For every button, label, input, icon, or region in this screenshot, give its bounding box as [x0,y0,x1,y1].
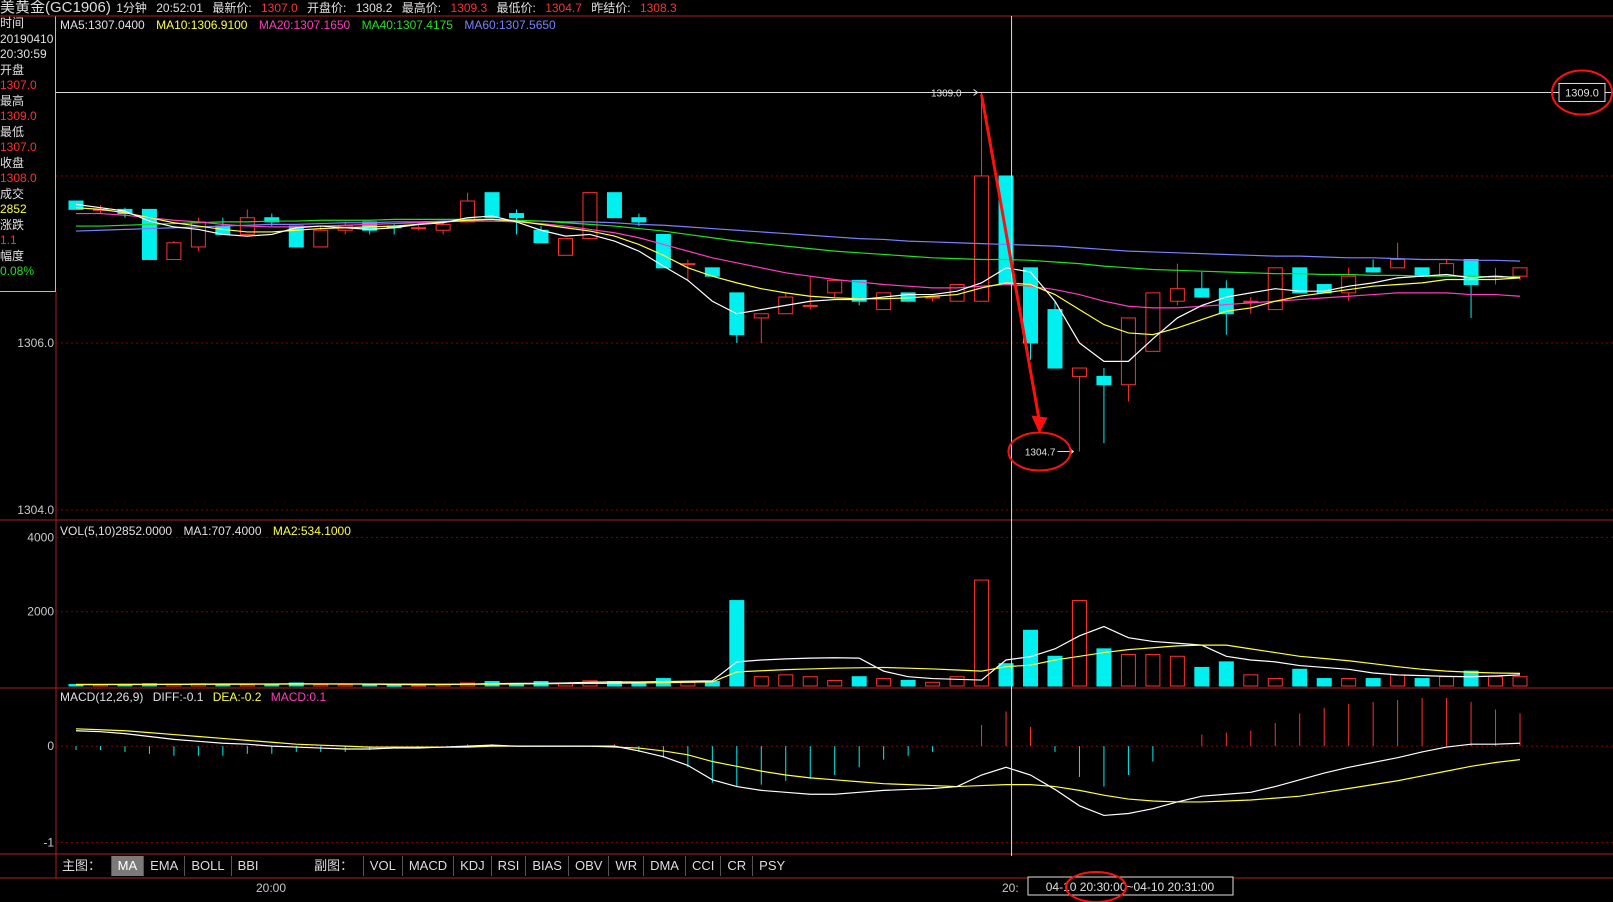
main-tab-boll[interactable]: BOLL [184,856,230,876]
candle-body [606,192,622,219]
sub-tab-rsi[interactable]: RSI [490,856,526,876]
sub-tab-obv[interactable]: OBV [567,856,608,876]
candle-body [1023,267,1039,344]
volume-tick-label: 2000 [27,605,54,619]
candle-body [1512,267,1528,277]
volume-bar [1169,655,1185,687]
main-tab-ma[interactable]: MA [110,856,144,876]
main-tab-ema[interactable]: EMA [143,856,184,876]
volume-bar [925,681,941,687]
volume-bar [802,676,818,687]
candle-body [802,304,818,307]
candle-body [827,279,843,294]
volume-bar [949,676,965,687]
volume-bar [1071,600,1087,687]
volume-bar [876,678,892,687]
sub-tab-cr[interactable]: CR [720,856,752,876]
sub-chart-label: 副图： [314,858,354,873]
candle-body [166,242,182,260]
candle-body [1463,258,1479,286]
candle-body [411,227,427,230]
indicator-toolbar: 主图： MA EMA BOLL BBI 副图： VOL MACD KDJ RSI BIAS OB… [56,855,791,877]
price-tick-label: 1306.0 [17,336,54,350]
high-marker-arrow [963,89,979,96]
candle-body [876,292,892,311]
volume-bar [1439,676,1455,687]
sub-tab-macd[interactable]: MACD [401,856,453,876]
candle-body [557,238,573,256]
sub-tab-bias[interactable]: BIAS [525,856,568,876]
volume-tick-label: 4000 [27,530,54,544]
sub-tab-wr[interactable]: WR [608,856,643,876]
volume-bar [1243,674,1259,687]
candle-body [1047,309,1063,369]
volume-bar [1316,678,1332,687]
candle-body [509,213,525,219]
volume-bar [1023,629,1039,687]
sub-tab-psy[interactable]: PSY [752,856,791,876]
price-tick-label: 1304.0 [17,503,54,517]
candle-body [1169,288,1185,302]
macd-tick-label: 0 [47,739,54,753]
candle-body [1071,367,1087,377]
sub-tab-vol[interactable]: VOL [362,856,402,876]
macd-tick-label: -1 [43,835,54,849]
candle-body [1390,258,1406,269]
candle-body [1194,288,1210,298]
high-marker-label: 1309.0 [931,88,962,99]
candle-body [435,223,451,231]
candle-body [313,229,329,248]
volume-bar [1218,661,1234,687]
volume-bar [1390,674,1406,687]
time-tick-label: 20: [1002,881,1019,895]
candle-body [484,192,500,219]
kline-chart[interactable]: 1306.0 1304.0 4000 2000 0 -1 1309.0 1304.7 1309.… [0,0,1613,902]
time-tick-label: 20:00 [256,881,286,895]
macd-dea-line [75,728,1521,803]
volume-bar [778,674,794,687]
candle-body [1365,267,1381,273]
volume-bar [1267,678,1283,687]
volume-bar [313,684,329,687]
volume-bar [1463,670,1479,687]
candle-body [1096,375,1112,386]
candle-body [925,296,941,299]
annotation-arrow-head [1031,415,1048,434]
volume-bar [411,684,427,687]
main-tab-bbi[interactable]: BBI [230,856,265,876]
candle-body [753,313,769,319]
sub-tab-dma[interactable]: DMA [643,856,685,876]
volume-bar [1120,653,1136,687]
low-marker-label: 1304.7 [1025,448,1056,459]
volume-bar [1292,668,1308,687]
volume-bar [1145,653,1161,687]
annotation-arrow-shaft [980,94,1041,422]
volume-bar [1096,648,1112,687]
candle-body [631,217,647,223]
volume-bar [1194,666,1210,687]
sub-tab-kdj[interactable]: KDJ [453,856,491,876]
candle-body [1120,317,1136,386]
volume-bar [1512,676,1528,687]
cursor-price-tag-label: 1309.0 [1565,87,1599,99]
volume-bar [900,679,916,687]
volume-bar [851,676,867,687]
volume-bar [827,679,843,687]
volume-bar [1365,678,1381,687]
volume-bar [753,676,769,687]
candle-body [1414,267,1430,277]
sub-tab-cci[interactable]: CCI [684,856,720,876]
volume-bar [729,600,745,687]
volume-bar [1414,678,1430,687]
main-chart-label: 主图： [62,858,102,873]
candle-body [680,263,696,266]
cursor-time-label: 04-10 20:30:00~04-10 20:31:00 [1046,880,1215,894]
volume-bar [386,684,402,687]
candle-body [1292,267,1308,294]
volume-bar [1341,678,1357,687]
candle-body [533,229,549,244]
volume-bar [1488,676,1504,687]
volume-bar [337,684,353,687]
volume-bar [509,684,525,687]
